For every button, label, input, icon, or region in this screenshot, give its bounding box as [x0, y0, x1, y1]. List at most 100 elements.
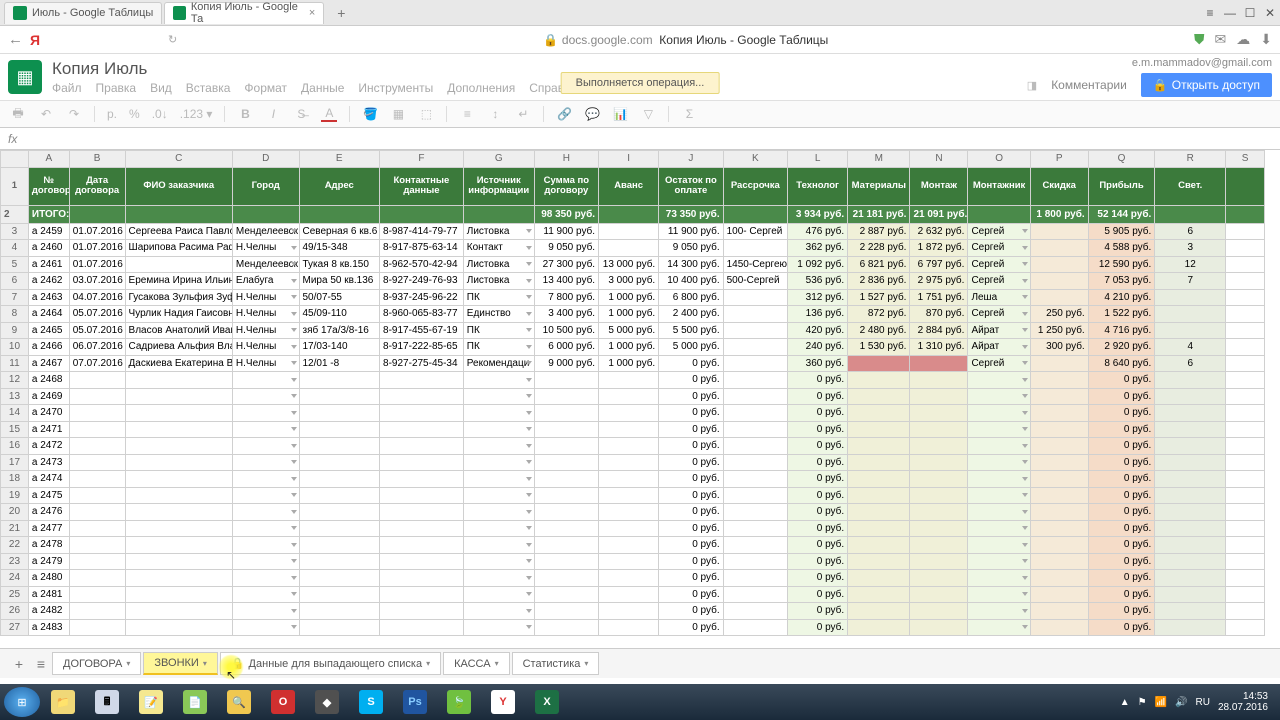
header-row[interactable]: 1№ договораДата договораФИО заказчикаГор…	[1, 167, 1265, 205]
italic-icon[interactable]: I	[265, 106, 281, 122]
fill-icon[interactable]: 🪣	[362, 106, 378, 122]
user-email[interactable]: e.m.mammadov@gmail.com	[1027, 57, 1272, 69]
undo-icon[interactable]: ↶	[38, 106, 54, 122]
formula-bar[interactable]: fx	[0, 128, 1280, 150]
table-row[interactable]: 26а 24820 руб.0 руб.0 руб.	[1, 603, 1265, 620]
wrap-icon[interactable]: ↵	[515, 106, 531, 122]
bold-icon[interactable]: B	[237, 106, 253, 122]
url-display[interactable]: 🔒 docs.google.com Копия Июль - Google Та…	[177, 33, 1194, 47]
sheet-tab[interactable]: Статистика▾	[512, 652, 600, 675]
all-sheets-button[interactable]: ≡	[30, 656, 52, 672]
yandex-icon[interactable]: Я	[30, 32, 48, 48]
sheet-tab[interactable]: КАССА▾	[443, 652, 510, 675]
search-icon[interactable]: 🔍	[218, 687, 260, 717]
table-row[interactable]: 27а 24830 руб.0 руб.0 руб.	[1, 619, 1265, 636]
table-row[interactable]: 8а 246405.07.2016Чурлик Надия ГаисовнН.Ч…	[1, 306, 1265, 323]
photoshop-icon[interactable]: Ps	[394, 687, 436, 717]
table-row[interactable]: 4а 246001.07.2016Шарипова Расима РафН.Че…	[1, 240, 1265, 257]
table-row[interactable]: 14а 24700 руб.0 руб.0 руб.	[1, 405, 1265, 422]
tray-network-icon[interactable]: 📶	[1155, 697, 1167, 708]
table-row[interactable]: 12а 24680 руб.0 руб.0 руб.	[1, 372, 1265, 389]
spreadsheet-grid[interactable]: ABCD EFGH IJKL MNOP QRS 1№ договораДата …	[0, 150, 1280, 648]
table-row[interactable]: 9а 246505.07.2016Власов Анатолий ИванН.Ч…	[1, 322, 1265, 339]
excel-icon[interactable]: X	[526, 687, 568, 717]
skype-icon[interactable]: S	[350, 687, 392, 717]
maximize-icon[interactable]: ☐	[1240, 3, 1260, 23]
weather-icon[interactable]: ☁	[1236, 31, 1250, 48]
tray-flag-icon[interactable]: ⚑	[1138, 697, 1147, 708]
table-row[interactable]: 17а 24730 руб.0 руб.0 руб.	[1, 454, 1265, 471]
browser-tab[interactable]: Июль - Google Таблицы	[4, 2, 162, 24]
menu-insert[interactable]: Вставка	[186, 81, 231, 95]
new-tab-button[interactable]: +	[330, 4, 352, 22]
redo-icon[interactable]: ↷	[66, 106, 82, 122]
close-window-icon[interactable]: ✕	[1260, 3, 1280, 23]
shield-icon[interactable]: ⛊	[1194, 31, 1205, 48]
table-row[interactable]: 20а 24760 руб.0 руб.0 руб.	[1, 504, 1265, 521]
table-row[interactable]: 25а 24810 руб.0 руб.0 руб.	[1, 586, 1265, 603]
mail-icon[interactable]: ✉	[1215, 31, 1227, 48]
currency-icon[interactable]: р.	[107, 107, 117, 121]
menu-tools[interactable]: Инструменты	[358, 81, 433, 95]
strike-icon[interactable]: S̶	[293, 106, 309, 122]
comments-button[interactable]: Комментарии	[1043, 74, 1135, 96]
agent-icon[interactable]: ◆	[306, 687, 348, 717]
sheet-tab[interactable]: ЗВОНКИ▾	[143, 652, 217, 675]
comment-icon[interactable]: 💬	[584, 106, 600, 122]
table-row[interactable]: 23а 24790 руб.0 руб.0 руб.	[1, 553, 1265, 570]
minimize-icon[interactable]: —	[1220, 3, 1240, 23]
functions-icon[interactable]: Σ	[681, 106, 697, 122]
table-row[interactable]: 18а 24740 руб.0 руб.0 руб.	[1, 471, 1265, 488]
table-row[interactable]: 6а 246203.07.2016Еремина Ирина ИльинЕлаб…	[1, 273, 1265, 290]
number-format-button[interactable]: .123 ▾	[180, 107, 213, 121]
browser-tab-active[interactable]: Копия Июль - Google Та×	[164, 2, 324, 24]
reload-icon[interactable]: ↻	[168, 33, 177, 46]
table-row[interactable]: 13а 24690 руб.0 руб.0 руб.	[1, 388, 1265, 405]
sheet-tab[interactable]: ДОГОВОРА▾	[52, 652, 141, 675]
menu-file[interactable]: Файл	[52, 81, 82, 95]
add-sheet-button[interactable]: +	[8, 656, 30, 672]
tray-clock[interactable]: 14:5328.07.2016	[1218, 691, 1268, 713]
link-icon[interactable]: 🔗	[556, 106, 572, 122]
table-row[interactable]: 11а 246707.07.2016Даскиева Екатерина ВН.…	[1, 355, 1265, 372]
merge-icon[interactable]: ⬚	[418, 106, 434, 122]
menu-view[interactable]: Вид	[150, 81, 172, 95]
square-icon[interactable]: ◨	[1027, 79, 1037, 92]
table-row[interactable]: 19а 24750 руб.0 руб.0 руб.	[1, 487, 1265, 504]
decimal-dec-icon[interactable]: .0↓	[152, 107, 168, 121]
menu-edit[interactable]: Правка	[96, 81, 137, 95]
text-color-icon[interactable]: A	[321, 106, 337, 122]
opera-icon[interactable]: O	[262, 687, 304, 717]
download-icon[interactable]: ⬇	[1260, 31, 1272, 48]
notes-icon[interactable]: 📝	[130, 687, 172, 717]
table-row[interactable]: 15а 24710 руб.0 руб.0 руб.	[1, 421, 1265, 438]
totals-row[interactable]: 2ИТОГО:98 350 руб.73 350 руб.3 934 руб.2…	[1, 205, 1265, 223]
column-header-row[interactable]: ABCD EFGH IJKL MNOP QRS	[1, 151, 1265, 168]
table-row[interactable]: 24а 24800 руб.0 руб.0 руб.	[1, 570, 1265, 587]
doc-title[interactable]: Копия Июль	[52, 59, 1027, 79]
table-row[interactable]: 22а 24780 руб.0 руб.0 руб.	[1, 537, 1265, 554]
sheet-tab[interactable]: 🔒Данные для выпадающего списка▾	[220, 652, 441, 675]
table-row[interactable]: 10а 246606.07.2016Садриева Альфия Вла,Н.…	[1, 339, 1265, 356]
table-row[interactable]: 21а 24770 руб.0 руб.0 руб.	[1, 520, 1265, 537]
halign-icon[interactable]: ≡	[459, 106, 475, 122]
valign-icon[interactable]: ↕	[487, 106, 503, 122]
2gis-icon[interactable]: 🍃	[438, 687, 480, 717]
tray-lang[interactable]: RU	[1195, 697, 1209, 708]
tray-up-icon[interactable]: ▲	[1120, 697, 1130, 708]
share-button[interactable]: 🔒Открыть доступ	[1141, 73, 1272, 97]
table-row[interactable]: 5а 246101.07.2016МенделеевскТукая 8 кв.1…	[1, 256, 1265, 273]
menu-format[interactable]: Формат	[244, 81, 287, 95]
yandex-browser-icon[interactable]: Y	[482, 687, 524, 717]
table-row[interactable]: 16а 24720 руб.0 руб.0 руб.	[1, 438, 1265, 455]
menu-addons[interactable]: Дополнения	[447, 81, 515, 95]
explorer-icon[interactable]: 📁	[42, 687, 84, 717]
back-icon[interactable]: ←	[8, 31, 26, 48]
chart-icon[interactable]: 📊	[612, 106, 628, 122]
libre-icon[interactable]: 📄	[174, 687, 216, 717]
table-row[interactable]: 3а 245901.07.2016Сергеева Раиса ПавлоМен…	[1, 223, 1265, 240]
table-row[interactable]: 7а 246304.07.2016Гусакова Зульфия ЗуфН.Ч…	[1, 289, 1265, 306]
menu-data[interactable]: Данные	[301, 81, 344, 95]
sheets-app-icon[interactable]: ▦	[8, 60, 42, 94]
filter-icon[interactable]: ▽	[640, 106, 656, 122]
